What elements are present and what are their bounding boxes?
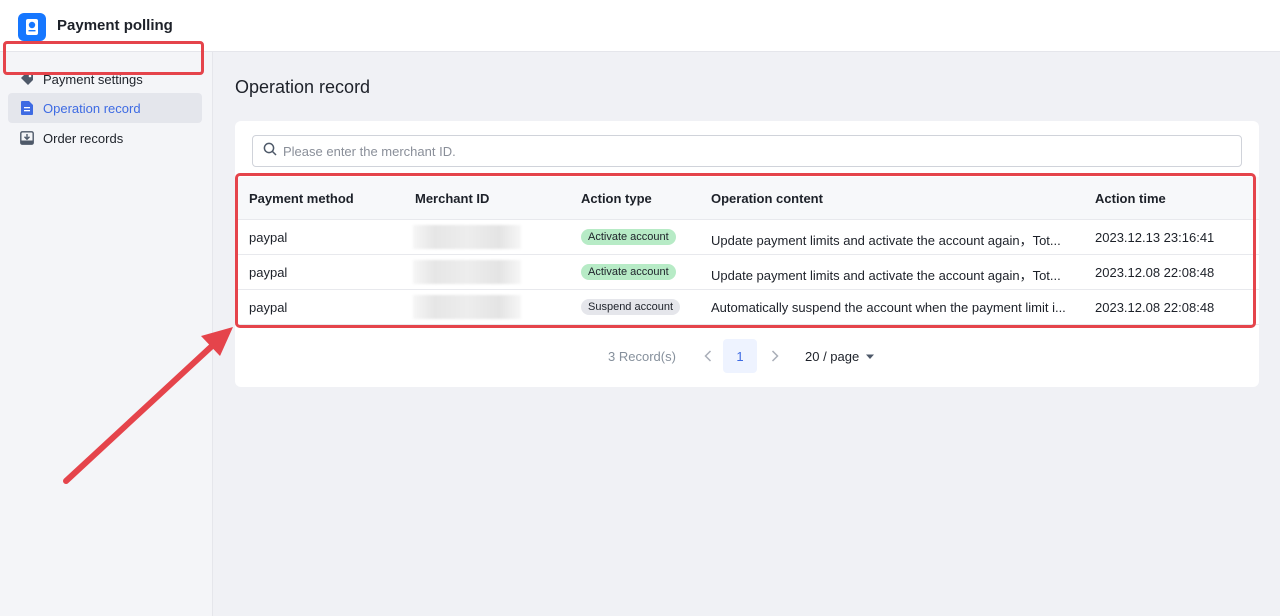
page-title: Operation record [235,77,371,97]
sidebar-item-label: Operation record [43,100,141,116]
sidebar-item-operation-record[interactable]: Operation record [8,93,202,123]
action-type-cell: Activate account [581,228,676,245]
prev-page-button[interactable] [697,345,719,367]
payment-method-cell: paypal [249,300,288,315]
record-count: 3 Record(s) [608,349,676,364]
sidebar: Payment settings Operation record Order … [0,52,213,616]
operation-content-cell: Update payment limits and activate the a… [711,233,1061,248]
payment-method-cell: paypal [249,265,288,280]
table-row: paypal Suspend account Automatically sus… [235,290,1259,325]
action-time-cell: 2023.12.08 22:08:48 [1095,300,1215,315]
pagination: 3 Record(s) 1 20 / page [235,339,1259,373]
next-page-button[interactable] [764,345,786,367]
document-icon [20,101,34,115]
record-card: Payment method Merchant ID Action type O… [235,121,1259,387]
action-time-cell: 2023.12.08 22:08:48 [1095,265,1215,280]
column-header-operation-content: Operation content [711,191,823,206]
column-header-action-time: Action time [1095,191,1166,206]
search-box [252,135,1242,167]
table-header: Payment method Merchant ID Action type O… [235,177,1259,220]
action-time-cell: 2023.12.13 23:16:41 [1095,230,1215,245]
sidebar-highlight-box [3,41,204,75]
status-badge: Activate account [581,264,676,280]
action-type-cell: Activate account [581,263,676,280]
app-logo-icon [18,13,46,41]
search-icon [263,142,277,161]
page-number-button[interactable]: 1 [723,339,757,373]
operation-content-cell: Update payment limits and activate the a… [711,268,1061,283]
download-tray-icon [20,131,34,145]
merchant-id-redacted [413,295,521,319]
status-badge: Activate account [581,229,676,245]
chevron-left-icon [704,350,712,362]
sidebar-item-label: Order records [43,130,124,146]
action-type-cell: Suspend account [581,298,681,315]
merchant-id-search-input[interactable] [283,143,1183,159]
table-row: paypal Activate account Update payment l… [235,220,1259,255]
column-header-action-type: Action type [581,191,652,206]
caret-down-icon [866,354,875,359]
merchant-id-redacted [413,225,521,249]
app-title: Payment polling [57,17,173,34]
column-header-payment-method: Payment method [249,191,354,206]
chevron-right-icon [771,350,779,362]
operation-content-cell: Automatically suspend the account when t… [711,300,1066,315]
table-row: paypal Activate account Update payment l… [235,255,1259,290]
sidebar-item-order-records[interactable]: Order records [8,123,202,153]
page-size-select[interactable]: 20 / page [805,349,875,364]
page-size-label: 20 / page [805,349,860,364]
payment-method-cell: paypal [249,230,288,245]
merchant-id-redacted [413,260,521,284]
operation-table: Payment method Merchant ID Action type O… [235,177,1259,325]
column-header-merchant-id: Merchant ID [415,191,490,206]
status-badge: Suspend account [581,299,681,315]
